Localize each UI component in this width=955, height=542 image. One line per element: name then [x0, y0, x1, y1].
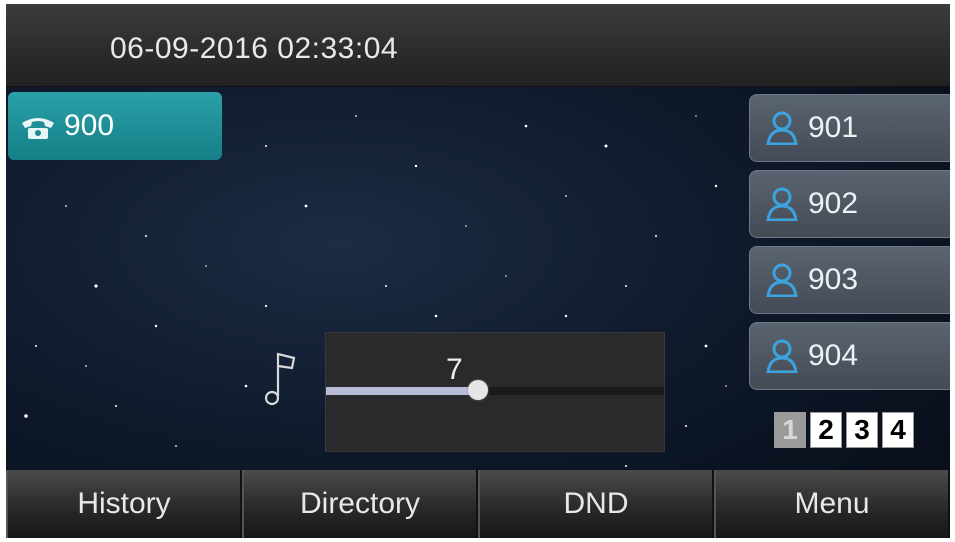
page-3-button[interactable]: 3 [846, 412, 878, 448]
dnd-softkey[interactable]: DND [478, 470, 714, 538]
dss-key-904[interactable]: 904 [749, 322, 950, 390]
phone-screen: 06-09-2016 02:33:04 900 901 902 903 904 … [6, 4, 950, 538]
contact-icon [766, 339, 798, 373]
contact-icon [766, 263, 798, 297]
page-2-button[interactable]: 2 [810, 412, 842, 448]
page-1-button[interactable]: 1 [774, 412, 806, 448]
dss-key-901[interactable]: 901 [749, 94, 950, 162]
menu-softkey[interactable]: Menu [714, 470, 950, 538]
status-bar: 06-09-2016 02:33:04 [6, 4, 950, 87]
page-4-button[interactable]: 4 [882, 412, 914, 448]
dss-key-902[interactable]: 902 [749, 170, 950, 238]
contact-icon [766, 111, 798, 145]
line-key-900[interactable]: 900 [8, 92, 222, 160]
dss-key-903[interactable]: 903 [749, 246, 950, 314]
dss-key-label: 904 [808, 339, 859, 372]
volume-popup: 7 [325, 332, 665, 452]
phone-icon [22, 118, 54, 139]
softkey-bar: History Directory DND Menu [6, 470, 950, 538]
contact-icon [766, 187, 798, 221]
dss-key-label: 902 [808, 187, 859, 220]
dss-key-label: 903 [808, 263, 859, 296]
volume-slider-handle[interactable] [468, 380, 488, 400]
music-note-icon [264, 352, 296, 406]
volume-fill [326, 387, 478, 395]
line-key-label: 900 [64, 109, 115, 142]
volume-track[interactable] [326, 380, 664, 400]
volume-value: 7 [446, 353, 463, 386]
history-softkey[interactable]: History [6, 470, 242, 538]
datetime: 06-09-2016 02:33:04 [110, 32, 399, 65]
dss-key-label: 901 [808, 111, 859, 144]
directory-softkey[interactable]: Directory [242, 470, 478, 538]
